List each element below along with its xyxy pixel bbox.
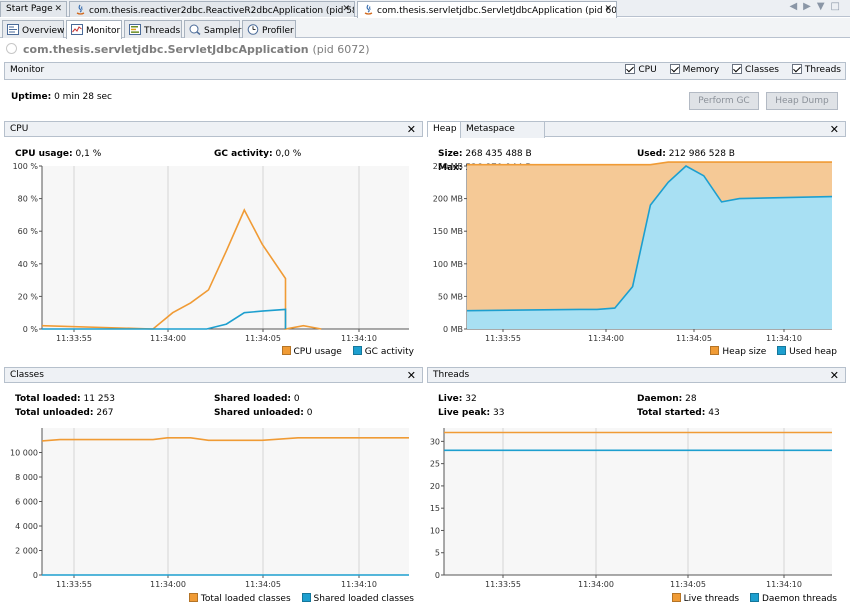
- threads-chart: 11:33:55 11:34:00 11:34:05 11:34:10 0 5 10 15 20…: [430, 428, 832, 589]
- x-tick-label: 11:33:55: [485, 580, 521, 589]
- y-tick-label: 0: [435, 571, 440, 580]
- legend-swatch: [671, 593, 681, 602]
- y-tick-label: 15: [430, 504, 440, 513]
- legend-label: Daemon threads: [761, 594, 837, 604]
- legend-label: Live threads: [683, 594, 740, 604]
- x-tick-label: 11:34:00: [578, 580, 614, 589]
- legend-swatch: [749, 593, 759, 602]
- y-tick-label: 25: [430, 460, 440, 469]
- x-tick-label: 11:34:05: [670, 580, 706, 589]
- y-tick-label: 20: [430, 482, 440, 491]
- y-tick-label: 30: [430, 437, 440, 446]
- y-tick-label: 5: [435, 549, 440, 558]
- threads-legend: Live threads Daemon threads: [664, 593, 837, 604]
- x-tick-label: 11:34:10: [766, 580, 802, 589]
- y-tick-label: 10: [430, 526, 440, 535]
